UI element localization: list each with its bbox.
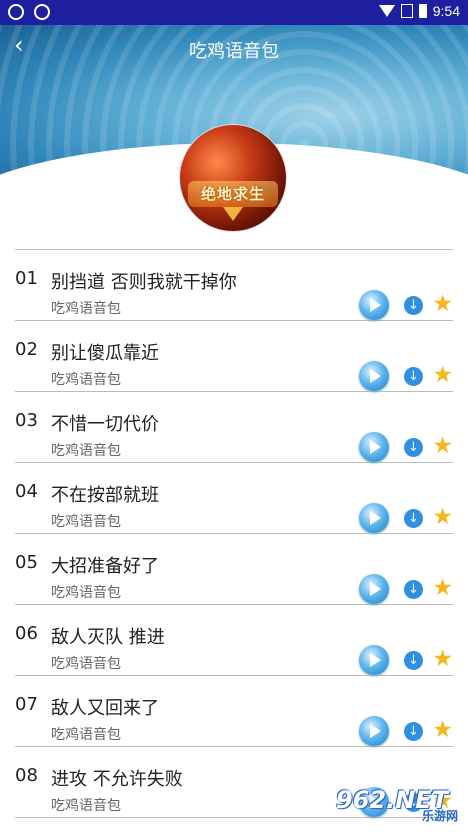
item-subtitle: 吃鸡语音包 — [51, 798, 121, 814]
item-title: 敌人灭队 推进 — [51, 627, 165, 648]
battery-icon — [418, 4, 427, 18]
item-subtitle: 吃鸡语音包 — [51, 372, 121, 388]
wifi-icon — [378, 5, 395, 17]
star-icon[interactable]: ★ — [432, 292, 453, 316]
list-item[interactable]: 02 别让傻瓜靠近吃鸡语音包 ↓ ★ — [15, 321, 453, 392]
star-icon[interactable]: ★ — [432, 363, 453, 387]
item-subtitle: 吃鸡语音包 — [51, 727, 121, 743]
status-time: 9:54 — [432, 3, 460, 19]
star-icon[interactable]: ★ — [432, 718, 453, 742]
status-right: 9:54 — [378, 3, 460, 19]
play-icon[interactable] — [359, 290, 389, 320]
play-icon[interactable] — [359, 503, 389, 533]
star-icon[interactable]: ★ — [432, 576, 453, 600]
star-icon[interactable]: ★ — [432, 434, 453, 458]
watermark-logo: 962.NET 乐游网 — [332, 786, 460, 824]
item-title: 敌人又回来了 — [51, 698, 159, 719]
item-subtitle: 吃鸡语音包 — [51, 656, 121, 672]
watermark-sub: 乐游网 — [421, 809, 458, 823]
cover-avatar: 绝地求生 — [180, 125, 286, 231]
item-number: 03 — [15, 410, 38, 431]
voice-list: 01 别挡道 否则我就干掉你 吃鸡语音包 ↓ ★ 02 别让傻瓜靠近 吃鸡语音包 ↓ ★ 03 不惜一… — [15, 249, 453, 818]
item-number: 06 — [15, 623, 38, 644]
download-icon[interactable]: ↓ — [404, 367, 423, 386]
logo-v-mark — [223, 207, 243, 221]
play-icon[interactable] — [359, 574, 389, 604]
item-subtitle: 吃鸡语音包 — [51, 514, 121, 530]
item-title: 别让傻瓜靠近 — [51, 343, 159, 364]
star-icon[interactable]: ★ — [432, 505, 453, 529]
item-subtitle: 吃鸡语音包 — [51, 443, 121, 459]
item-number: 05 — [15, 552, 38, 573]
star-icon[interactable]: ★ — [432, 647, 453, 671]
item-number: 04 — [15, 481, 38, 502]
play-icon[interactable] — [359, 432, 389, 462]
cover-logo-text: 绝地求生 — [200, 185, 265, 203]
status-bar: 9:54 — [0, 0, 468, 25]
download-icon[interactable]: ↓ — [404, 651, 423, 670]
item-title: 不在按部就班 — [51, 485, 159, 506]
list-item[interactable]: 04 不在按部就班吃鸡语音包 ↓ ★ — [15, 463, 453, 534]
app-notification-icon — [8, 4, 24, 20]
list-item[interactable]: 07 敌人又回来了吃鸡语音包 ↓ ★ — [15, 676, 453, 747]
play-icon[interactable] — [359, 716, 389, 746]
download-icon[interactable]: ↓ — [404, 438, 423, 457]
list-item[interactable]: 06 敌人灭队 推进吃鸡语音包 ↓ ★ — [15, 605, 453, 676]
list-item[interactable]: 05 大招准备好了吃鸡语音包 ↓ ★ — [15, 534, 453, 605]
download-icon[interactable]: ↓ — [404, 722, 423, 741]
item-title: 不惜一切代价 — [51, 414, 159, 435]
list-item[interactable]: 03 不惜一切代价吃鸡语音包 ↓ ★ — [15, 392, 453, 463]
play-icon[interactable] — [359, 361, 389, 391]
no-sim-icon — [400, 4, 413, 18]
item-number: 07 — [15, 694, 38, 715]
item-subtitle: 吃鸡语音包 — [51, 585, 121, 601]
item-title: 进攻 不允许失败 — [51, 769, 183, 790]
download-icon[interactable]: ↓ — [404, 580, 423, 599]
item-subtitle: 吃鸡语音包 — [51, 301, 121, 317]
play-icon[interactable] — [359, 645, 389, 675]
item-number: 08 — [15, 765, 38, 786]
page-title: 吃鸡语音包 — [189, 41, 279, 62]
list-item[interactable]: 01 别挡道 否则我就干掉你吃鸡语音包 ↓ ★ — [15, 250, 453, 321]
item-number: 02 — [15, 339, 38, 360]
download-icon[interactable]: ↓ — [404, 296, 423, 315]
item-title: 别挡道 否则我就干掉你 — [51, 272, 237, 293]
notification-icons — [8, 4, 50, 20]
download-icon[interactable]: ↓ — [404, 509, 423, 528]
item-title: 大招准备好了 — [51, 556, 159, 577]
app-notification-icon — [34, 4, 50, 20]
item-number: 01 — [15, 268, 38, 289]
